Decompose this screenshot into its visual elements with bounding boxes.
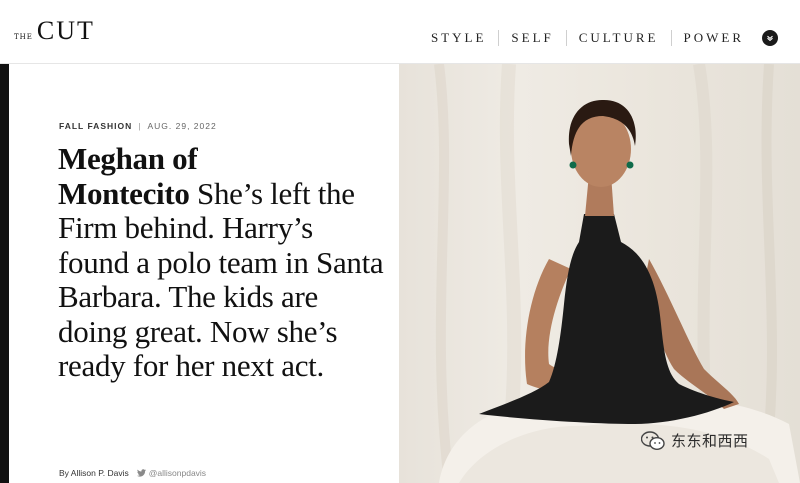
article-kicker: FALL FASHION | AUG. 29, 2022 — [59, 121, 217, 131]
nav-item-style[interactable]: STYLE — [419, 30, 498, 46]
nav-item-self[interactable]: SELF — [498, 30, 565, 46]
chevron-down-icon[interactable] — [762, 30, 778, 46]
logo-the: THE — [14, 33, 33, 41]
nav-item-power[interactable]: POWER — [670, 30, 757, 46]
hero-photo — [399, 64, 800, 483]
headline-title-1: Meghan of — [58, 141, 198, 176]
author-name[interactable]: By Allison P. Davis — [59, 468, 129, 478]
site-header: THE CUT STYLE SELF CULTURE POWER — [0, 0, 800, 64]
watermark-text: 东东和西西 — [671, 432, 749, 450]
byline: By Allison P. Davis @allisonpdavis — [59, 468, 206, 478]
kicker-divider: | — [138, 121, 142, 131]
twitter-icon — [136, 469, 146, 477]
wechat-icon — [641, 430, 665, 450]
section-link[interactable]: FALL FASHION — [59, 121, 132, 131]
main-nav: STYLE SELF CULTURE POWER — [419, 30, 778, 46]
headline-title-2: Montecito — [58, 175, 190, 211]
article-intro: FALL FASHION | AUG. 29, 2022 Meghan of M… — [9, 64, 399, 483]
portrait-illustration — [434, 64, 800, 483]
left-accent-bar — [0, 64, 9, 483]
article-headline: Meghan of Montecito She’s left the Firm … — [58, 141, 388, 384]
watermark: 东东和西西 — [641, 430, 749, 451]
site-logo[interactable]: THE CUT — [14, 18, 95, 44]
author-twitter-handle[interactable]: @allisonpdavis — [149, 468, 206, 478]
nav-item-culture[interactable]: CULTURE — [565, 30, 671, 46]
publish-date: AUG. 29, 2022 — [147, 121, 217, 131]
logo-cut: CUT — [36, 16, 95, 45]
